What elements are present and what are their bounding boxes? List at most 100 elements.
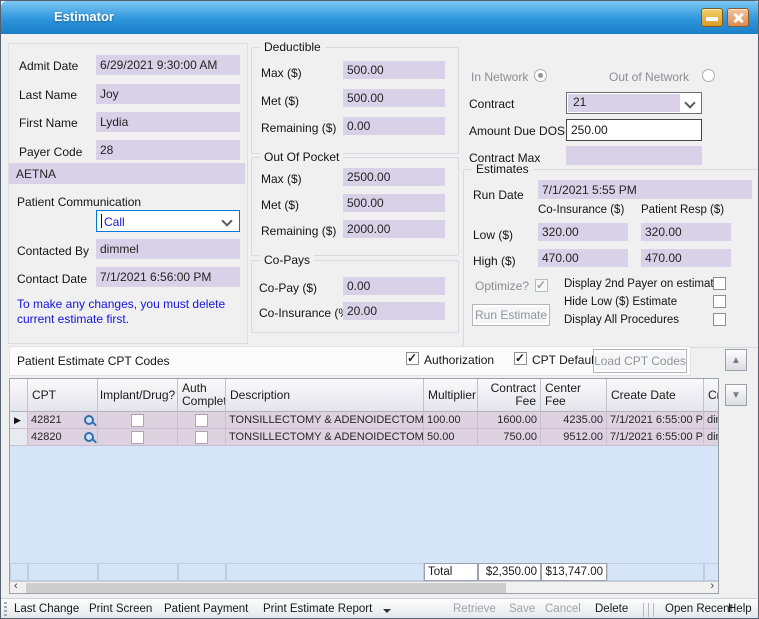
- contact-date-field: 7/1/2021 6:56:00 PM: [96, 267, 240, 287]
- grid-horizontal-scrollbar[interactable]: ‹ ›: [10, 581, 718, 594]
- display-2nd-payer-checkbox[interactable]: [713, 277, 726, 290]
- contract-max-field: [566, 146, 702, 165]
- create-date-cell: 7/1/2021 6:55:00 P: [607, 429, 704, 446]
- co-pays-title: Co-Pays: [260, 253, 314, 267]
- cancel-button[interactable]: Cancel: [545, 603, 581, 615]
- last-change-button[interactable]: Last Change: [14, 603, 79, 615]
- grid-selector-header: [10, 379, 28, 412]
- low-co-insurance-field: 320.00: [538, 223, 628, 241]
- admit-date-label: Admit Date: [19, 59, 78, 73]
- col-cpt[interactable]: CPT: [28, 379, 98, 412]
- cpt-row-2[interactable]: 42820 TONSILLECTOMY & ADENOIDECTOM 50.00…: [10, 429, 718, 446]
- contract-select[interactable]: 21: [566, 92, 702, 114]
- oop-met-field: 500.00: [343, 194, 445, 212]
- first-name-label: First Name: [19, 116, 78, 130]
- out-of-network-label: Out of Network: [609, 70, 689, 84]
- cpt-lookup-icon[interactable]: [83, 414, 96, 427]
- deductible-title: Deductible: [260, 40, 325, 54]
- out-of-network-radio[interactable]: [702, 69, 715, 82]
- auth-complete-checkbox[interactable]: [195, 431, 208, 444]
- close-button[interactable]: [727, 8, 749, 27]
- run-estimate-button[interactable]: Run Estimate: [472, 304, 550, 326]
- optimize-label: Optimize?: [475, 279, 529, 293]
- scroll-right-icon[interactable]: ›: [710, 580, 714, 592]
- auth-complete-checkbox[interactable]: [195, 414, 208, 427]
- last-name-field: Joy: [96, 84, 240, 104]
- cpt-cell: 42820: [28, 429, 98, 446]
- created-by-cell: dim: [704, 412, 719, 429]
- toolbar-separator: [648, 603, 649, 617]
- deductible-max-label: Max ($): [261, 66, 302, 80]
- cpt-row-1[interactable]: ▶ 42821 TONSILLECTOMY & ADENOIDECTOM 100…: [10, 412, 718, 429]
- display-all-procedures-checkbox[interactable]: [713, 313, 726, 326]
- contact-date-label: Contact Date: [17, 272, 87, 286]
- cpt-default-checkbox[interactable]: [514, 352, 527, 365]
- col-multiplier[interactable]: Multiplier: [424, 379, 478, 412]
- co-pays-group: Co-Pays: [251, 260, 459, 333]
- deductible-met-field: 500.00: [343, 89, 445, 107]
- help-button[interactable]: Help: [728, 603, 752, 615]
- scroll-left-icon[interactable]: ‹: [14, 580, 18, 592]
- in-network-radio[interactable]: [534, 69, 547, 82]
- payer-code-label: Payer Code: [19, 145, 82, 159]
- oop-max-field: 2500.00: [343, 168, 445, 186]
- col-auth-complete[interactable]: Auth Complete: [178, 379, 226, 412]
- payer-code-field: 28: [96, 140, 240, 160]
- col-center-fee[interactable]: Center Fee: [541, 379, 607, 412]
- contacted-by-label: Contacted By: [17, 244, 89, 258]
- estimator-window: Estimator Admit Date 6/29/2021 9:30:00 A…: [0, 0, 759, 619]
- last-name-label: Last Name: [19, 88, 77, 102]
- col-created-by[interactable]: Cr: [704, 379, 719, 412]
- toolbar-separator: [653, 603, 654, 617]
- col-contract-fee[interactable]: Contract Fee: [478, 379, 541, 412]
- optimize-checkbox[interactable]: [535, 279, 548, 292]
- run-date-label: Run Date: [473, 188, 524, 202]
- minimize-icon: [706, 17, 718, 21]
- co-pay-label: Co-Pay ($): [259, 281, 317, 295]
- implant-drug-cell[interactable]: [98, 412, 178, 429]
- auth-complete-cell[interactable]: [178, 412, 226, 429]
- cpt-lookup-icon[interactable]: [83, 431, 96, 444]
- implant-drug-cell[interactable]: [98, 429, 178, 446]
- contract-value: 21: [568, 94, 680, 112]
- col-create-date[interactable]: Create Date: [607, 379, 704, 412]
- high-co-insurance-field: 470.00: [538, 249, 628, 267]
- implant-drug-checkbox[interactable]: [131, 431, 144, 444]
- scroll-down-button[interactable]: ▼: [725, 384, 747, 406]
- open-recent-button[interactable]: Open Recent: [665, 603, 733, 615]
- save-button[interactable]: Save: [509, 603, 535, 615]
- patient-communication-select[interactable]: Call: [96, 210, 240, 232]
- retrieve-button[interactable]: Retrieve: [453, 603, 496, 615]
- high-label: High ($): [473, 254, 516, 268]
- scroll-up-button[interactable]: ▲: [725, 349, 747, 371]
- patient-communication-value: Call: [104, 215, 125, 229]
- hide-low-estimate-label: Hide Low ($) Estimate: [564, 296, 677, 308]
- authorization-checkbox[interactable]: [406, 352, 419, 365]
- deductible-met-label: Met ($): [261, 94, 299, 108]
- load-cpt-codes-button[interactable]: Load CPT Codes: [593, 349, 687, 373]
- dropdown-caret-icon: [383, 609, 391, 613]
- implant-drug-checkbox[interactable]: [131, 414, 144, 427]
- delete-button[interactable]: Delete: [595, 603, 628, 615]
- print-screen-button[interactable]: Print Screen: [89, 603, 152, 615]
- oop-met-label: Met ($): [261, 198, 299, 212]
- co-insurance-column-label: Co-Insurance ($): [538, 204, 624, 216]
- cpt-section-title: Patient Estimate CPT Codes: [17, 354, 170, 368]
- auth-complete-cell[interactable]: [178, 429, 226, 446]
- patient-payment-button[interactable]: Patient Payment: [164, 603, 248, 615]
- oop-remaining-field: 2000.00: [343, 220, 445, 238]
- contacted-by-field: dimmel: [96, 239, 240, 259]
- print-estimate-report-button[interactable]: Print Estimate Report: [263, 603, 372, 615]
- amount-due-dos-input[interactable]: [566, 119, 702, 141]
- multiplier-cell: 50.00: [424, 429, 478, 446]
- hide-low-estimate-checkbox[interactable]: [713, 295, 726, 308]
- display-2nd-payer-label: Display 2nd Payer on estimate: [564, 278, 720, 290]
- contract-fee-cell: 1600.00: [478, 412, 541, 429]
- col-implant-drug[interactable]: Implant/Drug?: [98, 379, 178, 412]
- down-arrow-icon: ▼: [731, 390, 741, 401]
- minimize-button[interactable]: [701, 8, 723, 27]
- col-description[interactable]: Description: [226, 379, 424, 412]
- multiplier-cell: 100.00: [424, 412, 478, 429]
- admit-date-field: 6/29/2021 9:30:00 AM: [96, 55, 240, 75]
- scrollbar-thumb[interactable]: [26, 583, 506, 594]
